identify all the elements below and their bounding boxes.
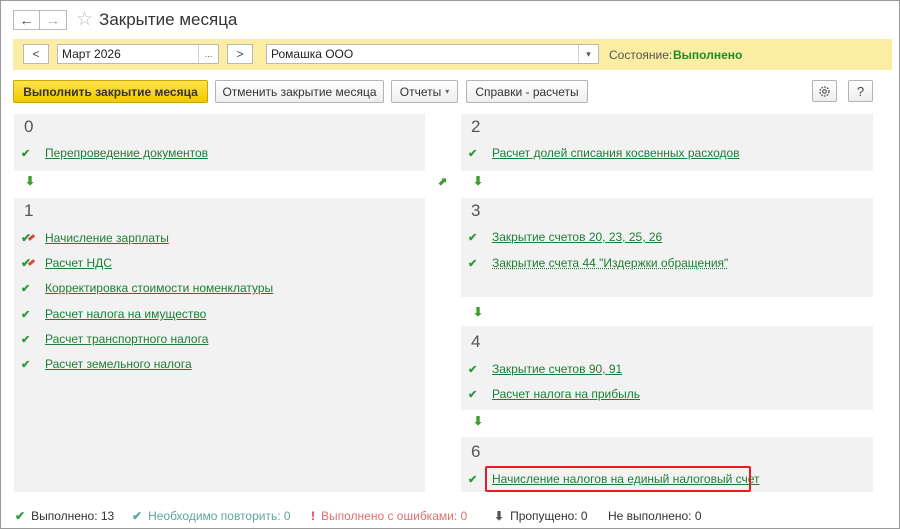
arrow-down-icon: ⬇ <box>473 305 484 319</box>
checkmark-edited-icon: ✔ <box>21 256 37 270</box>
list-item: ✔ Расчет транспортного налога <box>21 331 208 347</box>
step-link[interactable]: Закрытие счетов 90, 91 <box>492 362 622 376</box>
checkmark-icon: ✔ <box>21 308 31 321</box>
run-month-close-button[interactable]: Выполнить закрытие месяца <box>13 80 208 103</box>
organization-field[interactable]: Ромашка ООО ▾ <box>266 44 599 64</box>
checkmark-edited-icon: ✔ <box>21 231 37 245</box>
step-link[interactable]: Начисление зарплаты <box>45 231 169 245</box>
step-link[interactable]: Расчет земельного налога <box>45 357 192 371</box>
chevron-down-icon: ▾ <box>445 87 450 96</box>
checkmark-icon: ✔ <box>21 282 31 295</box>
step-0-panel <box>14 114 425 171</box>
step-link[interactable]: Закрытие счета 44 "Издержки обращения" <box>492 256 728 270</box>
list-item: ✔ Расчет НДС <box>21 255 112 271</box>
checkmark-icon: ✔ <box>468 231 478 244</box>
status-repeat: ✔ Необходимо повторить: 0 <box>132 509 291 523</box>
list-item: ✔ Корректировка стоимости номенклатуры <box>21 280 273 296</box>
exclamation-icon: ! <box>311 509 315 523</box>
status-errors: ! Выполнено с ошибками: 0 <box>311 509 468 523</box>
state-value: Выполнено <box>673 48 743 62</box>
month-close-window: ← → ☆ Закрытие месяца < Март 2026 ... > … <box>0 0 900 529</box>
status-done: ✔ Выполнено: 13 <box>15 509 115 523</box>
arrow-down-icon: ⬇ <box>25 174 36 188</box>
next-period-button[interactable]: > <box>227 44 253 64</box>
step-link[interactable]: Корректировка стоимости номенклатуры <box>45 281 273 295</box>
forward-button[interactable]: → <box>40 10 67 30</box>
favorite-star-icon[interactable]: ☆ <box>76 10 93 30</box>
prev-period-button[interactable]: < <box>23 44 49 64</box>
checkmark-icon: ✔ <box>468 257 478 270</box>
arrow-down-icon: ⬇ <box>473 174 484 188</box>
list-item: ✔ Закрытие счетов 20, 23, 25, 26 <box>468 229 662 245</box>
chevron-down-icon[interactable]: ▾ <box>578 45 598 63</box>
list-item: ✔ Закрытие счета 44 "Издержки обращения" <box>468 255 728 271</box>
reports-menu-button[interactable]: Отчеты ▾ <box>391 80 458 103</box>
checkmark-icon: ✔ <box>15 509 26 523</box>
settings-button[interactable] <box>812 80 837 102</box>
period-field[interactable]: Март 2026 ... <box>57 44 219 64</box>
checkmark-repeat-icon: ✔ <box>132 509 143 523</box>
step-number: 3 <box>471 201 481 220</box>
step-link[interactable]: Расчет НДС <box>45 256 112 270</box>
step-3-panel <box>461 198 873 297</box>
step-link[interactable]: Расчет долей списания косвенных расходов <box>492 146 740 160</box>
checkmark-icon: ✔ <box>21 147 31 160</box>
gear-icon <box>819 85 830 97</box>
help-button[interactable]: ? <box>848 80 873 102</box>
list-item: ✔ Расчет долей списания косвенных расход… <box>468 145 740 161</box>
step-number: 0 <box>24 117 34 136</box>
state-label: Состояние: <box>609 48 673 62</box>
help-icon: ? <box>856 83 865 99</box>
list-item: ✔ Начисление зарплаты <box>21 230 169 246</box>
period-select-button[interactable]: ... <box>198 45 218 63</box>
step-link[interactable]: Расчет налога на прибыль <box>492 387 640 401</box>
period-value: Март 2026 <box>62 47 121 61</box>
list-item: ✔ Расчет налога на имущество <box>21 306 206 322</box>
step-link[interactable]: Расчет налога на имущество <box>45 307 206 321</box>
arrow-down-icon: ⬇ <box>494 509 505 523</box>
arrow-right-icon: → <box>46 12 60 28</box>
step-link[interactable]: Закрытие счетов 20, 23, 25, 26 <box>492 230 662 244</box>
list-item: ✔ Расчет налога на прибыль <box>468 386 640 402</box>
arrow-down-icon: ⬇ <box>473 414 484 428</box>
step-link[interactable]: Расчет транспортного налога <box>45 332 208 346</box>
arrow-left-icon: ← <box>19 12 34 28</box>
checkmark-icon: ✔ <box>468 388 478 401</box>
step-2-panel <box>461 114 873 171</box>
list-item: ✔ Перепроведение документов <box>21 145 208 161</box>
step-number: 1 <box>24 201 34 220</box>
step-number: 4 <box>471 332 481 351</box>
title-bar: ← → ☆ Закрытие месяца <box>13 9 237 31</box>
organization-value: Ромашка ООО <box>271 47 354 61</box>
checkmark-icon: ✔ <box>468 147 478 160</box>
status-not-done: Не выполнено: 0 <box>608 509 702 523</box>
highlight-box <box>485 466 751 492</box>
arrow-up-right-icon: ⬈ <box>438 176 448 188</box>
back-button[interactable]: ← <box>13 10 40 30</box>
checkmark-icon: ✔ <box>21 333 31 346</box>
cancel-month-close-button[interactable]: Отменить закрытие месяца <box>215 80 384 103</box>
step-link[interactable]: Перепроведение документов <box>45 146 208 160</box>
list-item: ✔ Закрытие счетов 90, 91 <box>468 361 622 377</box>
parameter-bar: < Март 2026 ... > Ромашка ООО ▾ Состояни… <box>13 39 892 70</box>
references-button[interactable]: Справки - расчеты <box>466 80 588 103</box>
step-number: 6 <box>471 442 481 461</box>
checkmark-icon: ✔ <box>468 363 478 376</box>
status-skipped: ⬇ Пропущено: 0 <box>494 509 588 523</box>
step-number: 2 <box>471 117 481 136</box>
page-title: Закрытие месяца <box>99 10 238 29</box>
list-item: ✔ Расчет земельного налога <box>21 356 192 372</box>
checkmark-icon: ✔ <box>468 473 478 486</box>
checkmark-icon: ✔ <box>21 358 31 371</box>
